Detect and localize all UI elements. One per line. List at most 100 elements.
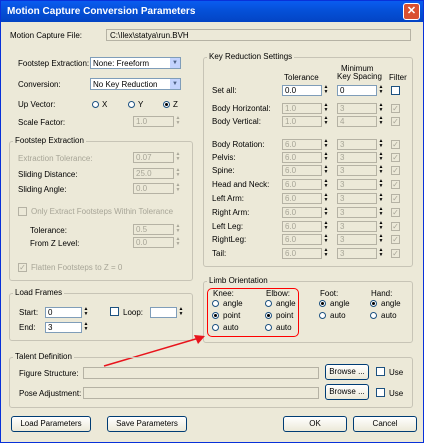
hand-angle-radio[interactable] [370, 300, 377, 307]
loop-checkbox[interactable] [110, 307, 119, 316]
key-row-filter-checkbox[interactable]: ✓ [391, 235, 400, 244]
scale-factor-spinner[interactable]: 1.0 ▲ ▼ [133, 116, 181, 127]
key-row-filter-checkbox[interactable]: ✓ [391, 249, 400, 258]
key-row-filter-checkbox[interactable]: ✓ [391, 208, 400, 217]
spinner-arrows-icon[interactable]: ▲ ▼ [378, 116, 384, 127]
load-parameters-button[interactable]: Load Parameters [11, 416, 91, 432]
key-row-tolerance-spinner[interactable]: 6.0 ▲ ▼ [282, 221, 330, 232]
spinner-arrows-icon[interactable]: ▲ ▼ [378, 179, 384, 190]
key-row-tolerance-spinner[interactable]: 6.0 ▲ ▼ [282, 207, 330, 218]
key-row-tolerance-spinner[interactable]: 1.0 ▲ ▼ [282, 103, 330, 114]
key-row-filter-checkbox[interactable]: ✓ [391, 104, 400, 113]
up-vector-x-radio[interactable] [92, 101, 99, 108]
up-vector-y-radio[interactable] [128, 101, 135, 108]
spinner-arrows-icon[interactable]: ▲ ▼ [323, 85, 329, 96]
key-row-min-spacing-spinner[interactable]: 3 ▲ ▼ [337, 193, 385, 204]
key-row-tolerance-spinner[interactable]: 6.0 ▲ ▼ [282, 179, 330, 190]
only-extract-checkbox[interactable] [18, 207, 27, 216]
start-spinner[interactable]: 0 ▲ ▼ [45, 307, 90, 318]
spinner-arrows-icon[interactable]: ▲ ▼ [378, 152, 384, 163]
foot-auto-radio[interactable] [319, 312, 326, 319]
key-row-tolerance-spinner[interactable]: 6.0 ▲ ▼ [282, 248, 330, 259]
spinner-arrows-icon[interactable]: ▲ ▼ [175, 152, 181, 163]
spinner-arrows-icon[interactable]: ▲ ▼ [323, 234, 329, 245]
pose-use-checkbox[interactable] [376, 388, 385, 397]
knee-auto-radio[interactable] [212, 324, 219, 331]
key-row-min-spacing-spinner[interactable]: 3 ▲ ▼ [337, 234, 385, 245]
elbow-angle-radio[interactable] [265, 300, 272, 307]
key-row-min-spacing-spinner[interactable]: 3 ▲ ▼ [337, 179, 385, 190]
spinner-arrows-icon[interactable]: ▲ ▼ [178, 307, 184, 318]
elbow-auto-radio[interactable] [265, 324, 272, 331]
spinner-arrows-icon[interactable]: ▲ ▼ [175, 183, 181, 194]
spinner-arrows-icon[interactable]: ▲ ▼ [323, 248, 329, 259]
spinner-arrows-icon[interactable]: ▲ ▼ [378, 139, 384, 150]
key-row-min-spacing-spinner[interactable]: 3 ▲ ▼ [337, 152, 385, 163]
key-row-filter-checkbox[interactable]: ✓ [391, 153, 400, 162]
key-row-filter-checkbox[interactable] [391, 86, 400, 95]
key-row-min-spacing-spinner[interactable]: 3 ▲ ▼ [337, 103, 385, 114]
key-row-tolerance-spinner[interactable]: 1.0 ▲ ▼ [282, 116, 330, 127]
spinner-arrows-icon[interactable]: ▲ ▼ [323, 207, 329, 218]
spinner-arrows-icon[interactable]: ▲ ▼ [378, 207, 384, 218]
sliding-angle-spinner[interactable]: 0.0 ▲ ▼ [133, 183, 181, 194]
key-row-tolerance-spinner[interactable]: 6.0 ▲ ▼ [282, 152, 330, 163]
figure-browse-button[interactable]: Browse ... [325, 364, 369, 380]
hand-auto-radio[interactable] [370, 312, 377, 319]
figure-use-checkbox[interactable] [376, 367, 385, 376]
conversion-dropdown[interactable]: No Key Reduction ▼ [90, 78, 181, 90]
spinner-arrows-icon[interactable]: ▲ ▼ [175, 116, 181, 127]
spinner-arrows-icon[interactable]: ▲ ▼ [323, 116, 329, 127]
from-z-level-spinner[interactable]: 0.0 ▲ ▼ [133, 237, 181, 248]
loop-spinner[interactable]: ▲ ▼ [150, 307, 185, 318]
key-row-min-spacing-spinner[interactable]: 3 ▲ ▼ [337, 165, 385, 176]
end-spinner[interactable]: 3 ▲ ▼ [45, 322, 90, 333]
spinner-arrows-icon[interactable]: ▲ ▼ [175, 224, 181, 235]
spinner-arrows-icon[interactable]: ▲ ▼ [323, 103, 329, 114]
flatten-footsteps-checkbox[interactable]: ✓ [18, 263, 27, 272]
extraction-tolerance-spinner[interactable]: 0.07 ▲ ▼ [133, 152, 181, 163]
sliding-distance-spinner[interactable]: 25.0 ▲ ▼ [133, 168, 181, 179]
key-row-tolerance-spinner[interactable]: 6.0 ▲ ▼ [282, 165, 330, 176]
ok-button[interactable]: OK [283, 416, 347, 432]
key-row-min-spacing-spinner[interactable]: 3 ▲ ▼ [337, 139, 385, 150]
spinner-arrows-icon[interactable]: ▲ ▼ [83, 322, 89, 333]
key-row-filter-checkbox[interactable]: ✓ [391, 140, 400, 149]
spinner-arrows-icon[interactable]: ▲ ▼ [323, 165, 329, 176]
key-row-tolerance-spinner[interactable]: 0.0 ▲ ▼ [282, 85, 330, 96]
spinner-arrows-icon[interactable]: ▲ ▼ [323, 152, 329, 163]
cancel-button[interactable]: Cancel [353, 416, 417, 432]
key-row-filter-checkbox[interactable]: ✓ [391, 194, 400, 203]
spinner-arrows-icon[interactable]: ▲ ▼ [323, 139, 329, 150]
key-row-tolerance-spinner[interactable]: 6.0 ▲ ▼ [282, 193, 330, 204]
key-row-min-spacing-spinner[interactable]: 0 ▲ ▼ [337, 85, 385, 96]
key-row-min-spacing-spinner[interactable]: 3 ▲ ▼ [337, 248, 385, 259]
spinner-arrows-icon[interactable]: ▲ ▼ [323, 179, 329, 190]
spinner-arrows-icon[interactable]: ▲ ▼ [175, 237, 181, 248]
knee-angle-radio[interactable] [212, 300, 219, 307]
key-row-filter-checkbox[interactable]: ✓ [391, 117, 400, 126]
spinner-arrows-icon[interactable]: ▲ ▼ [378, 234, 384, 245]
spinner-arrows-icon[interactable]: ▲ ▼ [378, 221, 384, 232]
spinner-arrows-icon[interactable]: ▲ ▼ [378, 85, 384, 96]
spinner-arrows-icon[interactable]: ▲ ▼ [378, 193, 384, 204]
key-row-tolerance-spinner[interactable]: 6.0 ▲ ▼ [282, 234, 330, 245]
footstep-extraction-dropdown[interactable]: None: Freeform ▼ [90, 57, 181, 69]
key-row-tolerance-spinner[interactable]: 6.0 ▲ ▼ [282, 139, 330, 150]
title-bar[interactable]: Motion Capture Conversion Parameters ✕ [1, 1, 423, 22]
save-parameters-button[interactable]: Save Parameters [107, 416, 187, 432]
elbow-point-radio[interactable] [265, 312, 272, 319]
foot-angle-radio[interactable] [319, 300, 326, 307]
key-row-filter-checkbox[interactable]: ✓ [391, 166, 400, 175]
spinner-arrows-icon[interactable]: ▲ ▼ [83, 307, 89, 318]
key-row-min-spacing-spinner[interactable]: 3 ▲ ▼ [337, 221, 385, 232]
knee-point-radio[interactable] [212, 312, 219, 319]
pose-browse-button[interactable]: Browse ... [325, 384, 369, 400]
spinner-arrows-icon[interactable]: ▲ ▼ [323, 193, 329, 204]
spinner-arrows-icon[interactable]: ▲ ▼ [323, 221, 329, 232]
up-vector-z-radio[interactable] [163, 101, 170, 108]
spinner-arrows-icon[interactable]: ▲ ▼ [378, 165, 384, 176]
key-row-min-spacing-spinner[interactable]: 4 ▲ ▼ [337, 116, 385, 127]
spinner-arrows-icon[interactable]: ▲ ▼ [378, 103, 384, 114]
tolerance-spinner[interactable]: 0.5 ▲ ▼ [133, 224, 181, 235]
